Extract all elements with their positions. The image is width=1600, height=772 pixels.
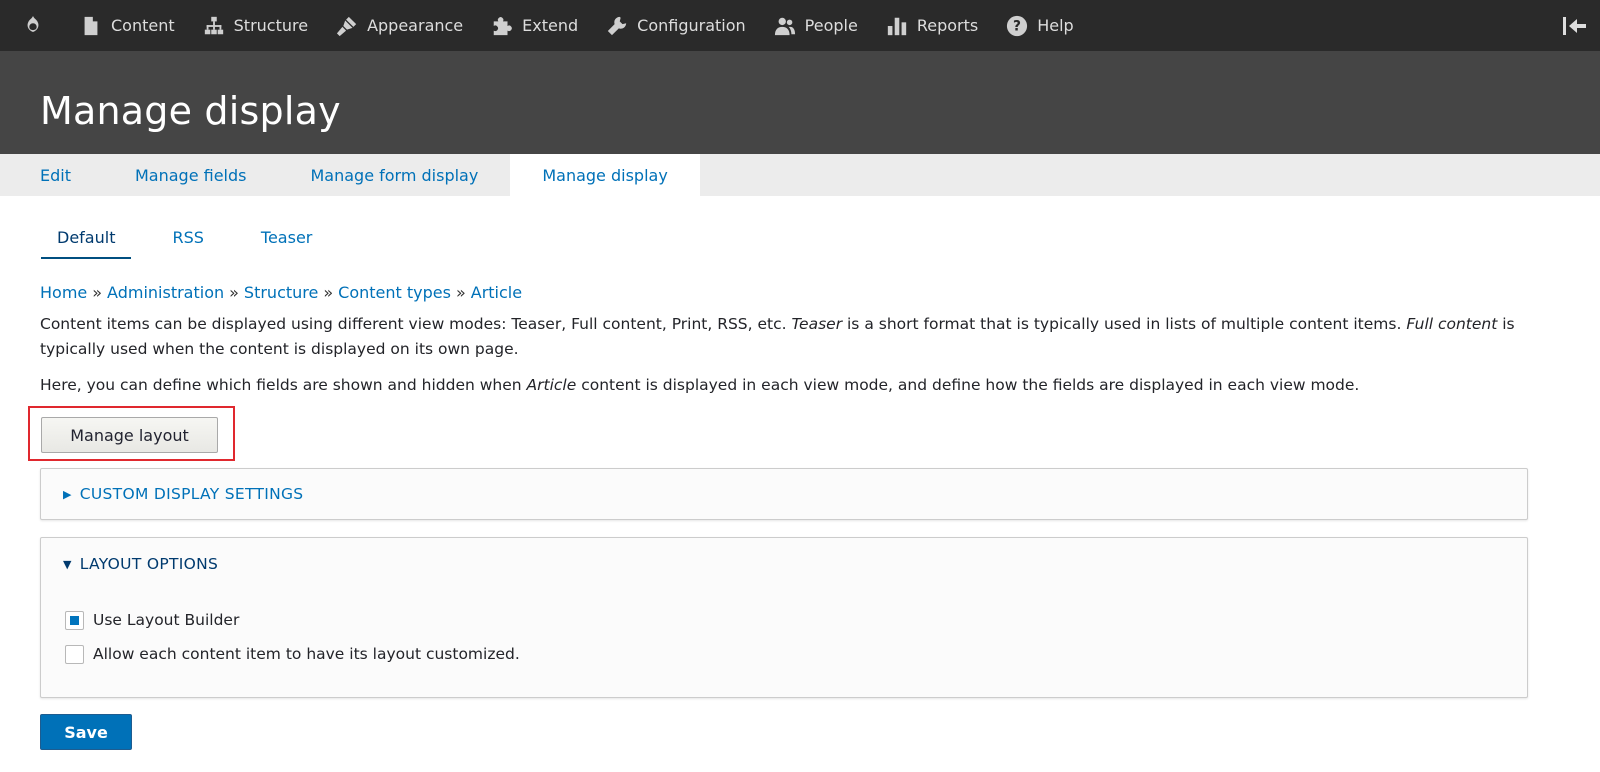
layout-options-body: Use Layout Builder Allow each content it…	[41, 590, 1527, 697]
toolbar-item-content[interactable]: Content	[66, 0, 189, 51]
toolbar-label: Structure	[233, 16, 309, 35]
breadcrumb-separator: »	[229, 283, 239, 302]
toolbar-label: Extend	[522, 16, 579, 35]
tab-edit[interactable]: Edit	[0, 154, 103, 196]
desc-text: Here, you can define which fields are sh…	[40, 376, 527, 394]
page-header: Manage display	[0, 51, 1600, 154]
triangle-right-icon: ▶	[63, 487, 72, 501]
fields-description: Here, you can define which fields are sh…	[40, 373, 1560, 398]
toolbar-label: Content	[111, 16, 175, 35]
paintbrush-icon	[336, 15, 358, 37]
checkbox-label[interactable]: Use Layout Builder	[93, 611, 239, 629]
layout-options-details: ▼ LAYOUT OPTIONS Use Layout Builder Allo…	[40, 537, 1528, 698]
help-icon: ?	[1006, 15, 1028, 37]
breadcrumb-article[interactable]: Article	[471, 283, 522, 302]
desc-emphasis: Teaser	[791, 315, 843, 333]
tab-manage-fields[interactable]: Manage fields	[103, 154, 279, 196]
breadcrumb-home[interactable]: Home	[40, 283, 87, 302]
desc-emphasis: Article	[526, 376, 577, 394]
toolbar-label: Help	[1037, 16, 1074, 35]
people-icon	[774, 15, 796, 37]
custom-display-settings-summary[interactable]: ▶ CUSTOM DISPLAY SETTINGS	[41, 469, 1527, 519]
desc-text: is a short format that is typically used…	[842, 315, 1407, 333]
details-label: CUSTOM DISPLAY SETTINGS	[79, 485, 304, 503]
desc-emphasis: Full content	[1406, 315, 1498, 333]
toolbar-item-people[interactable]: People	[760, 0, 872, 51]
breadcrumb-separator: »	[455, 283, 466, 302]
toolbar-orientation-toggle[interactable]	[1562, 0, 1588, 51]
use-layout-builder-row: Use Layout Builder	[65, 603, 1527, 637]
toolbar-item-configuration[interactable]: Configuration	[592, 0, 760, 51]
svg-text:?: ?	[1013, 18, 1021, 34]
toolbar-label: People	[804, 16, 858, 35]
file-icon	[80, 15, 102, 37]
toolbar-item-appearance[interactable]: Appearance	[322, 0, 477, 51]
custom-display-settings-details: ▶ CUSTOM DISPLAY SETTINGS	[40, 468, 1528, 520]
toolbar-label: Appearance	[367, 16, 464, 35]
layout-options-summary[interactable]: ▼ LAYOUT OPTIONS	[41, 538, 1527, 590]
toolbar-home-link[interactable]	[0, 0, 66, 51]
tab-manage-form-display[interactable]: Manage form display	[278, 154, 510, 196]
collapse-left-icon	[1563, 16, 1586, 35]
save-button[interactable]: Save	[40, 714, 132, 750]
secondary-tabs: Default RSS Teaser	[0, 224, 1600, 259]
manage-layout-button[interactable]: Manage layout	[41, 417, 218, 453]
allow-custom-layout-checkbox[interactable]	[65, 644, 84, 664]
breadcrumb-separator: »	[323, 283, 334, 302]
toolbar-item-structure[interactable]: Structure	[189, 0, 322, 51]
toolbar-label: Configuration	[637, 16, 746, 35]
wrench-icon	[606, 15, 628, 37]
toolbar-item-help[interactable]: ? Help	[992, 0, 1087, 51]
main-content: Home» Administration» Structure» Content ty…	[0, 283, 1600, 750]
toolbar-item-extend[interactable]: Extend	[477, 0, 592, 51]
breadcrumb-separator: »	[92, 283, 103, 302]
checkbox-label[interactable]: Allow each content item to have its layo…	[93, 645, 520, 663]
sitemap-icon	[203, 15, 225, 37]
desc-text: content is displayed in each view mode, …	[576, 376, 1360, 394]
bar-chart-icon	[886, 15, 908, 37]
triangle-down-icon: ▼	[63, 557, 72, 571]
breadcrumb: Home» Administration» Structure» Content ty…	[40, 283, 1560, 307]
allow-custom-layout-row: Allow each content item to have its layo…	[65, 637, 1527, 671]
toolbar-item-reports[interactable]: Reports	[872, 0, 992, 51]
tab-manage-display[interactable]: Manage display	[510, 154, 700, 196]
toolbar-label: Reports	[916, 16, 979, 35]
breadcrumb-administration[interactable]: Administration	[107, 283, 224, 302]
breadcrumb-structure[interactable]: Structure	[244, 283, 318, 302]
desc-text: Content items can be displayed using dif…	[40, 315, 792, 333]
primary-tabs: Edit Manage fields Manage form display M…	[0, 154, 1600, 196]
details-label: LAYOUT OPTIONS	[79, 555, 219, 573]
drupal-logo-icon	[22, 15, 44, 37]
subtab-teaser[interactable]: Teaser	[245, 224, 328, 259]
subtab-rss[interactable]: RSS	[156, 224, 219, 259]
page-title: Manage display	[40, 89, 341, 133]
highlight-box: Manage layout	[28, 406, 235, 461]
admin-toolbar: Content Structure Appearance Extend Conf…	[0, 0, 1600, 51]
use-layout-builder-checkbox[interactable]	[65, 610, 84, 630]
puzzle-icon	[491, 15, 513, 37]
view-modes-description: Content items can be displayed using dif…	[40, 312, 1560, 362]
subtab-default[interactable]: Default	[41, 224, 132, 259]
breadcrumb-content-types[interactable]: Content types	[338, 283, 451, 302]
